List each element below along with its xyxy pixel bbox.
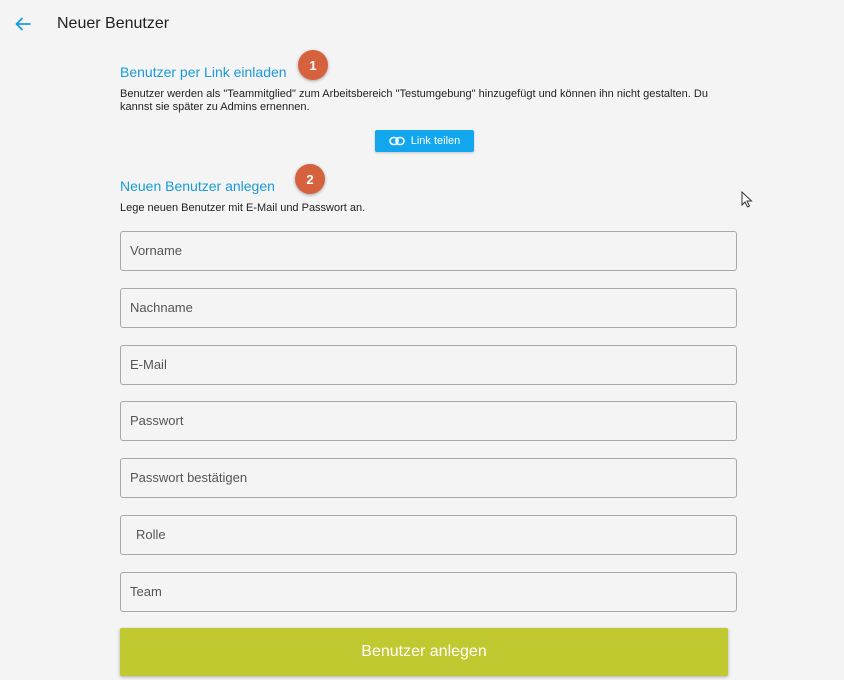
password-field[interactable]: Passwort	[120, 401, 737, 441]
firstname-field[interactable]: Vorname	[120, 231, 737, 271]
create-section-title: Neuen Benutzer anlegen	[120, 178, 275, 194]
share-link-label: Link teilen	[410, 135, 461, 147]
arrow-left-icon	[15, 17, 31, 31]
invite-description-line-1: Benutzer werden als "Teammitglied" zum A…	[120, 88, 708, 100]
page-title: Neuer Benutzer	[57, 15, 170, 32]
invite-description: Benutzer werden als "Teammitglied" zum A…	[120, 88, 708, 114]
email-field[interactable]: E-Mail	[120, 345, 737, 385]
password-confirm-field[interactable]: Passwort bestätigen	[120, 458, 737, 498]
back-button[interactable]	[12, 13, 34, 35]
new-user-page: Neuer Benutzer Benutzer per Link einlade…	[0, 0, 844, 680]
invite-section-title: Benutzer per Link einladen	[120, 64, 287, 80]
step-marker-2: 2	[295, 164, 325, 194]
team-field[interactable]: Team	[120, 572, 737, 612]
create-description: Lege neuen Benutzer mit E-Mail und Passw…	[120, 202, 366, 214]
create-user-button[interactable]: Benutzer anlegen	[120, 628, 728, 676]
share-link-button[interactable]: Link teilen	[375, 130, 474, 152]
invite-description-line-2: kannst sie später zu Admins ernennen.	[120, 101, 310, 113]
role-select[interactable]: Rolle	[120, 515, 737, 555]
step-marker-1: 1	[298, 50, 328, 80]
link-icon	[388, 136, 405, 146]
lastname-field[interactable]: Nachname	[120, 288, 737, 328]
mouse-pointer-icon	[741, 191, 753, 208]
